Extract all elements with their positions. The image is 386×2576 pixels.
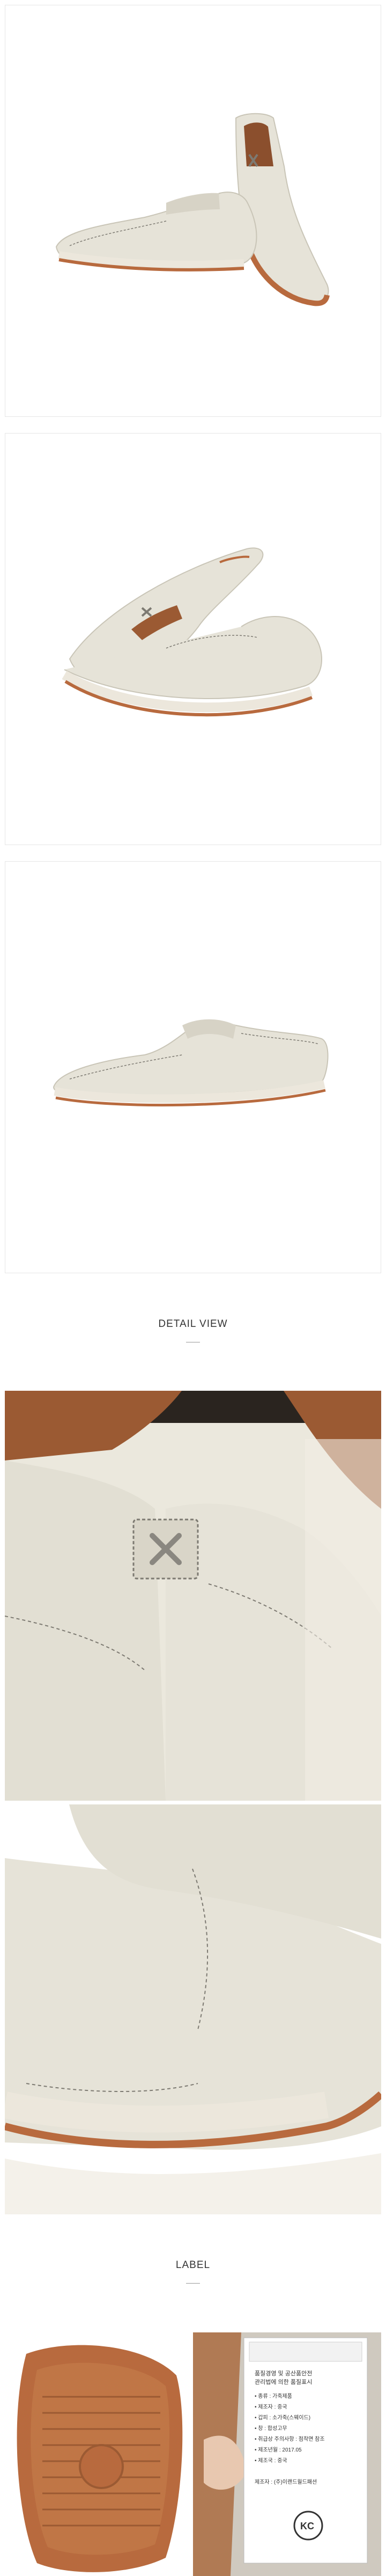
product-photo-pair xyxy=(5,5,381,417)
svg-text:• 종류 : 가죽제품: • 종류 : 가죽제품 xyxy=(255,2393,292,2399)
svg-text:제조자 : (주)이랜드월드패션: 제조자 : (주)이랜드월드패션 xyxy=(255,2479,317,2485)
label-photo-tag: 품질경영 및 공산품안전 관리법에 의한 품질표시 • 종류 : 가죽제품 • … xyxy=(193,2332,381,2576)
svg-text:• 제조국 : 중국: • 제조국 : 중국 xyxy=(255,2457,287,2464)
detail-view-title: DETAIL VIEW xyxy=(158,1318,228,1330)
detail-photo-sole-closeup xyxy=(5,1804,381,2214)
svg-text:• 갑피 : 소가죽(스웨이드): • 갑피 : 소가죽(스웨이드) xyxy=(255,2414,310,2421)
svg-text:KC: KC xyxy=(300,2521,314,2531)
svg-text:관리법에 의한 품질표시: 관리법에 의한 품질표시 xyxy=(255,2379,312,2386)
svg-text:• 제조자 : 중국: • 제조자 : 중국 xyxy=(255,2404,287,2410)
svg-text:품질경영 및 공산품안전: 품질경영 및 공산품안전 xyxy=(255,2370,312,2377)
label-title: LABEL xyxy=(175,2259,211,2271)
svg-text:• 창 : 합성고무: • 창 : 합성고무 xyxy=(255,2425,287,2432)
product-photo-side xyxy=(5,861,381,1273)
svg-text:• 취급상 주의사항 : 점착면 참조: • 취급상 주의사항 : 점착면 참조 xyxy=(255,2436,325,2442)
svg-text:• 제조년월 : 2017.05: • 제조년월 : 2017.05 xyxy=(255,2447,302,2453)
detail-photo-logo-closeup xyxy=(5,1391,381,1801)
product-photo-pair-angled xyxy=(5,433,381,845)
label-divider xyxy=(186,2283,200,2284)
label-photo-outsole xyxy=(5,2332,188,2576)
